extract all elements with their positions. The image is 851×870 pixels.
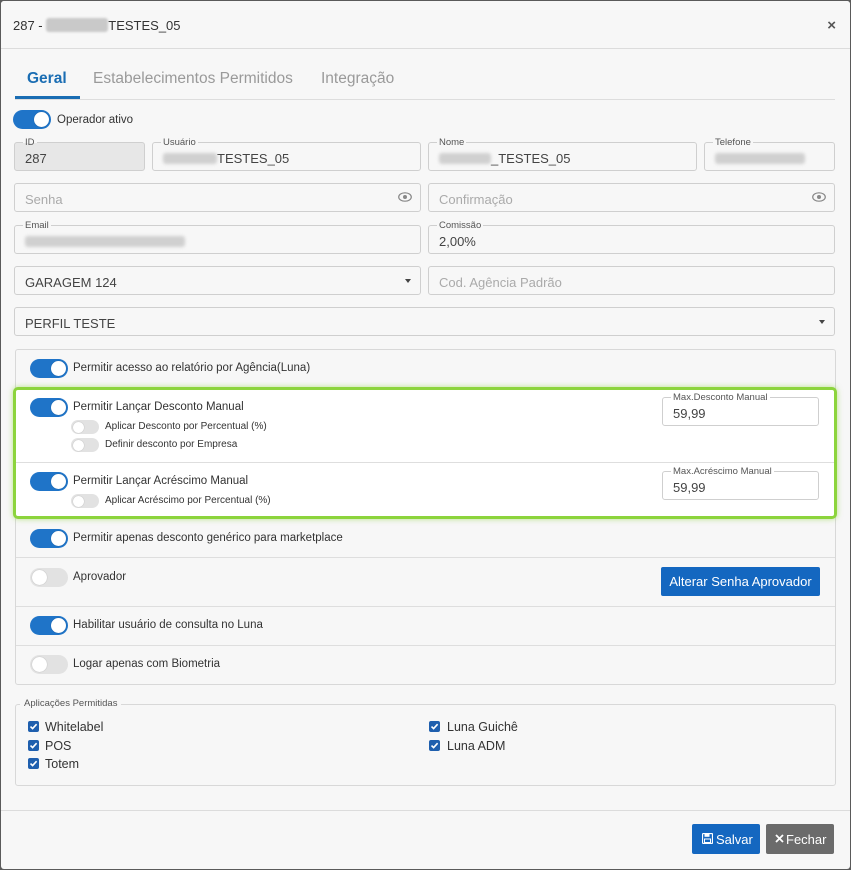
- telefone-value: [715, 151, 805, 166]
- whitelabel-label: Whitelabel: [45, 720, 104, 734]
- redacted-text: [46, 18, 109, 32]
- relatorio-label: Permitir acesso ao relatório por Agência…: [73, 362, 311, 374]
- comissao-value: 2,00%: [439, 234, 476, 249]
- max-desconto-field[interactable]: Max.Desconto Manual 59,99: [662, 392, 819, 426]
- usuario-label: Usuário: [161, 137, 198, 148]
- nome-label: Nome: [437, 137, 467, 148]
- email-field[interactable]: Email: [14, 220, 421, 254]
- acrescimo-label: Permitir Lançar Acréscimo Manual: [73, 475, 249, 487]
- aprovador-label: Aprovador: [73, 571, 127, 583]
- dialog-footer: Salvar Fechar: [1, 810, 850, 869]
- garagem-value: GARAGEM 124: [25, 275, 117, 290]
- luna-adm-checkbox[interactable]: [429, 740, 440, 751]
- comissao-label: Comissão: [437, 220, 484, 231]
- pos-label: POS: [45, 739, 72, 753]
- max-desconto-value: 59,99: [673, 406, 706, 421]
- aprovador-toggle[interactable]: [30, 568, 68, 587]
- chevron-down-icon: [405, 279, 411, 283]
- operator-dialog: 287 - TESTES_05 × Geral Estabelecimentos…: [1, 1, 850, 869]
- garagem-select[interactable]: GARAGEM 124: [14, 266, 421, 295]
- eye-icon[interactable]: [812, 192, 826, 202]
- email-value: [25, 234, 185, 249]
- alterar-senha-aprovador-button[interactable]: Alterar Senha Aprovador: [661, 567, 820, 596]
- desconto-percentual-toggle[interactable]: [71, 420, 99, 434]
- tab-bar: Geral Estabelecimentos Permitidos Integr…: [15, 61, 835, 100]
- cod-agencia-placeholder: Cod. Agência Padrão: [439, 275, 562, 290]
- max-acrescimo-label: Max.Acréscimo Manual: [671, 466, 774, 477]
- telefone-field[interactable]: Telefone: [704, 137, 835, 171]
- operador-ativo-label: Operador ativo: [57, 114, 134, 126]
- id-field: ID 287: [14, 137, 145, 171]
- close-icon: [775, 834, 784, 843]
- biometria-toggle[interactable]: [30, 655, 68, 674]
- senha-field[interactable]: Senha: [14, 183, 421, 212]
- senha-placeholder: Senha: [25, 192, 63, 207]
- operador-ativo-toggle[interactable]: [13, 110, 51, 129]
- desconto-empresa-label: Definir desconto por Empresa: [105, 439, 238, 450]
- tab-integracao[interactable]: Integração: [321, 70, 394, 88]
- luna-guiche-checkbox[interactable]: [429, 721, 440, 732]
- max-acrescimo-field[interactable]: Max.Acréscimo Manual 59,99: [662, 466, 819, 500]
- divider: [16, 462, 834, 463]
- title-prefix: 287 -: [13, 18, 43, 33]
- id-value: 287: [25, 151, 47, 166]
- telefone-label: Telefone: [713, 137, 753, 148]
- totem-label: Totem: [45, 757, 80, 771]
- desconto-empresa-toggle[interactable]: [71, 438, 99, 452]
- id-label: ID: [23, 137, 37, 148]
- usuario-field[interactable]: Usuário TESTES_05: [152, 137, 421, 171]
- close-button[interactable]: Fechar: [766, 824, 834, 854]
- save-icon: [702, 833, 713, 844]
- desconto-toggle[interactable]: [30, 398, 68, 417]
- nome-value: _TESTES_05: [439, 151, 571, 166]
- dialog-titlebar: 287 - TESTES_05 ×: [1, 1, 850, 49]
- chevron-down-icon: [819, 320, 825, 324]
- acrescimo-percentual-toggle[interactable]: [71, 494, 99, 508]
- perfil-value: PERFIL TESTE: [25, 316, 116, 331]
- close-icon[interactable]: ×: [827, 17, 836, 34]
- nome-field[interactable]: Nome _TESTES_05: [428, 137, 697, 171]
- desconto-percentual-label: Aplicar Desconto por Percentual (%): [105, 421, 267, 432]
- active-tab-indicator: [15, 96, 80, 99]
- title-suffix: TESTES_05: [108, 18, 181, 33]
- save-button[interactable]: Salvar: [692, 824, 760, 854]
- divider: [16, 557, 835, 558]
- totem-checkbox[interactable]: [28, 758, 39, 769]
- eye-icon[interactable]: [398, 192, 412, 202]
- marketplace-toggle[interactable]: [30, 529, 68, 548]
- whitelabel-checkbox[interactable]: [28, 721, 39, 732]
- aplicacoes-fieldset: Aplicações Permitidas: [15, 698, 836, 786]
- cod-agencia-field[interactable]: Cod. Agência Padrão: [428, 266, 835, 295]
- divider: [16, 645, 835, 646]
- comissao-field[interactable]: Comissão 2,00%: [428, 220, 835, 254]
- email-label: Email: [23, 220, 51, 231]
- acrescimo-toggle[interactable]: [30, 472, 68, 491]
- relatorio-toggle[interactable]: [30, 359, 68, 378]
- desconto-label: Permitir Lançar Desconto Manual: [73, 401, 244, 413]
- save-label: Salvar: [716, 832, 753, 847]
- aplicacoes-legend: Aplicações Permitidas: [20, 698, 122, 709]
- pos-checkbox[interactable]: [28, 740, 39, 751]
- usuario-value: TESTES_05: [163, 151, 289, 166]
- perfil-select[interactable]: PERFIL TESTE: [14, 307, 835, 336]
- divider: [16, 606, 835, 607]
- max-acrescimo-value: 59,99: [673, 480, 706, 495]
- tab-geral[interactable]: Geral: [27, 70, 67, 88]
- consulta-luna-label: Habilitar usuário de consulta no Luna: [73, 619, 263, 631]
- consulta-luna-toggle[interactable]: [30, 616, 68, 635]
- marketplace-label: Permitir apenas desconto genérico para m…: [73, 532, 343, 544]
- tab-estabelecimentos[interactable]: Estabelecimentos Permitidos: [93, 70, 293, 88]
- luna-adm-label: Luna ADM: [447, 739, 506, 753]
- dialog-title: 287 - TESTES_05: [13, 18, 181, 33]
- confirmacao-field[interactable]: Confirmação: [428, 183, 835, 212]
- biometria-label: Logar apenas com Biometria: [73, 658, 221, 670]
- acrescimo-percentual-label: Aplicar Acréscimo por Percentual (%): [105, 495, 271, 506]
- confirmacao-placeholder: Confirmação: [439, 192, 513, 207]
- max-desconto-label: Max.Desconto Manual: [671, 392, 770, 403]
- close-label: Fechar: [786, 832, 827, 847]
- luna-guiche-label: Luna Guichê: [447, 720, 518, 734]
